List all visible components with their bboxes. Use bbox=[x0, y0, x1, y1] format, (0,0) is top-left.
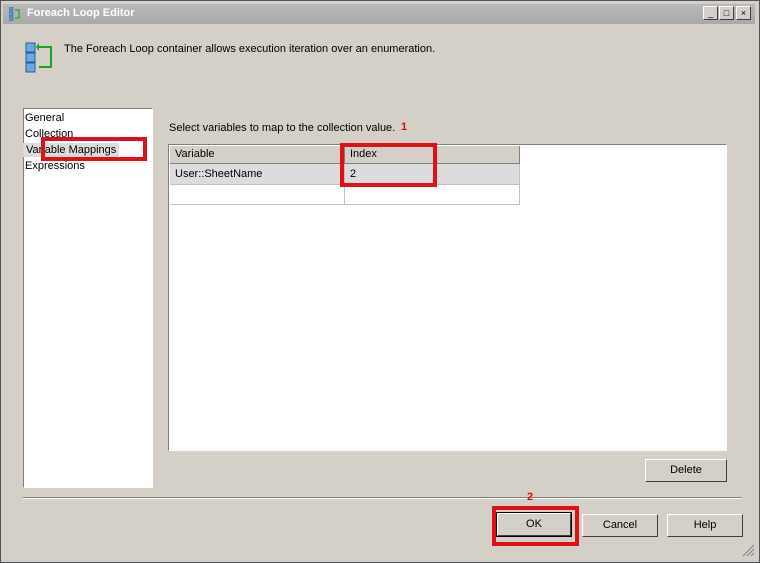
resize-grip-icon[interactable] bbox=[739, 541, 755, 557]
new-row-variable-cell[interactable] bbox=[170, 185, 345, 205]
step-number-1: 1 bbox=[401, 121, 408, 133]
mapping-instruction: Select variables to map to the collectio… bbox=[169, 122, 396, 134]
title-bar[interactable]: Foreach Loop Editor _ □ × bbox=[3, 4, 755, 24]
nav-item-collection[interactable]: Collection bbox=[25, 128, 73, 140]
editor-description: The Foreach Loop container allows execut… bbox=[64, 43, 436, 55]
delete-button[interactable]: Delete bbox=[645, 459, 727, 482]
maximize-button[interactable]: □ bbox=[719, 6, 734, 20]
minimize-button[interactable]: _ bbox=[703, 6, 718, 20]
foreach-loop-icon bbox=[9, 7, 20, 21]
close-button[interactable]: × bbox=[736, 6, 751, 20]
ok-button[interactable]: OK bbox=[496, 512, 572, 537]
foreach-loop-icon bbox=[25, 42, 52, 73]
footer-separator bbox=[23, 497, 742, 499]
window-title: Foreach Loop Editor bbox=[27, 7, 135, 19]
nav-item-general[interactable]: General bbox=[25, 112, 64, 124]
new-row-index-cell[interactable] bbox=[345, 185, 520, 205]
column-header-index[interactable]: Index bbox=[345, 146, 520, 164]
nav-item-expressions[interactable]: Expressions bbox=[25, 160, 85, 172]
step-number-2: 2 bbox=[527, 491, 534, 503]
table-row-index-cell[interactable]: 2 bbox=[345, 164, 520, 185]
column-header-variable[interactable]: Variable bbox=[170, 146, 345, 164]
help-button[interactable]: Help bbox=[667, 514, 743, 537]
table-row-variable-cell[interactable]: User::SheetName bbox=[170, 164, 345, 185]
cancel-button[interactable]: Cancel bbox=[582, 514, 658, 537]
nav-item-variable-mappings[interactable]: Variable Mappings bbox=[23, 143, 120, 157]
foreach-loop-editor-window: Foreach Loop Editor _ □ × The Foreach Lo… bbox=[0, 0, 760, 563]
